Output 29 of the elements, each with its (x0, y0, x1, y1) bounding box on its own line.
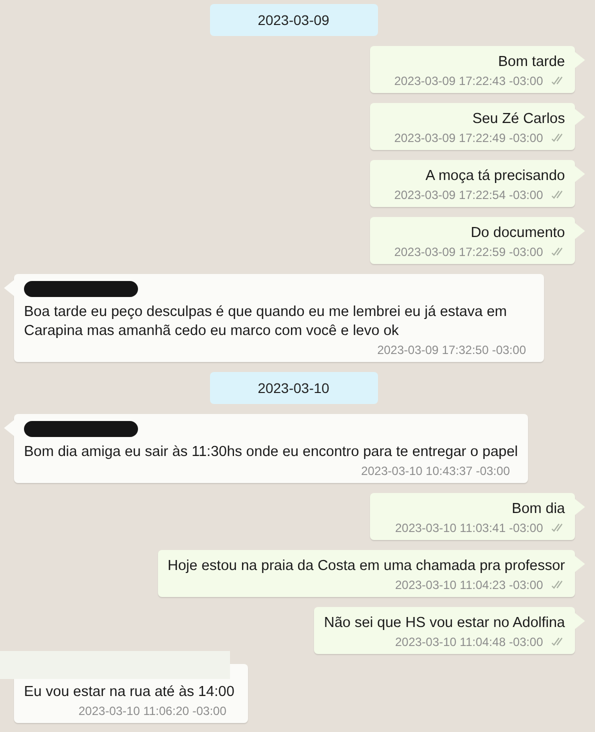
message-text: Boa tarde eu peço desculpas é que quando eu me lembrei eu já estava em Carapina mas amanhã cedo eu marco com você e levo ok (24, 303, 508, 341)
double-check-icon (551, 523, 565, 533)
message-time: 2023-03-09 17:22:49 -03:00 (394, 131, 543, 145)
message-time: 2023-03-10 11:04:23 -03:00 (395, 578, 543, 592)
message-text: Seu Zé Carlos (472, 110, 565, 129)
double-check-icon (551, 133, 565, 143)
double-check-icon (551, 190, 565, 200)
message-time: 2023-03-09 17:22:59 -03:00 (394, 245, 543, 259)
double-check-icon (551, 637, 565, 647)
message-time: 2023-03-09 17:22:43 -03:00 (394, 74, 543, 88)
message-time: 2023-03-10 11:06:20 -03:00 (78, 704, 226, 718)
double-check-icon (551, 76, 565, 86)
message-text: Eu vou estar na rua até às 14:00 (24, 683, 234, 702)
message-time: 2023-03-10 10:43:37 -03:00 (361, 464, 510, 478)
message-text: Bom dia (512, 500, 565, 519)
message-text: Do documento (470, 224, 565, 243)
message-time: 2023-03-09 17:22:54 -03:00 (394, 188, 543, 202)
double-check-icon (551, 580, 565, 590)
date-chip: 2023-03-09 (210, 4, 378, 36)
date-chip: 2023-03-10 (210, 372, 378, 404)
message-text: A moça tá precisando (426, 167, 565, 186)
message-time: 2023-03-10 11:03:41 -03:00 (395, 521, 543, 535)
message-time: 2023-03-09 17:32:50 -03:00 (377, 343, 526, 357)
double-check-icon (551, 247, 565, 257)
message-text: Hoje estou na praia da Costa em uma chamada pra professor (168, 557, 565, 576)
message-text: Bom tarde (498, 53, 565, 72)
message-time: 2023-03-10 11:04:48 -03:00 (395, 635, 543, 649)
message-text: Bom dia amiga eu sair às 11:30hs onde eu encontro para te entregar o papel (24, 443, 518, 462)
message-text: Não sei que HS vou estar no Adolfina (324, 614, 565, 633)
